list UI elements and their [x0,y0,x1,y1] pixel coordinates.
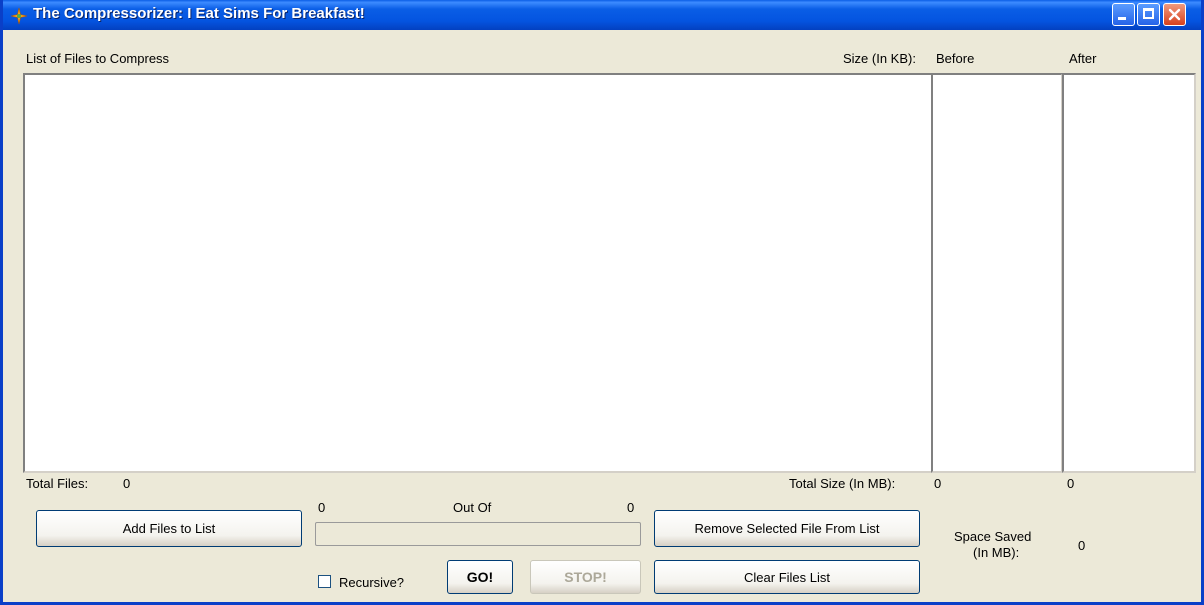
title-bar[interactable]: The Compressorizer: I Eat Sims For Break… [3,0,1201,30]
close-button[interactable] [1163,3,1186,26]
total-size-before-value: 0 [934,476,942,491]
size-after-list[interactable] [1062,73,1196,473]
maximize-icon [1143,8,1154,19]
files-list-header: List of Files to Compress [26,51,170,66]
go-button[interactable]: GO! [447,560,513,594]
total-size-after-value: 0 [1067,476,1075,491]
progress-current: 0 [318,500,326,515]
minimize-button[interactable] [1112,3,1135,26]
progress-bar [315,522,641,546]
progress-total: 0 [627,500,635,515]
app-icon [10,7,28,25]
size-header: Size (In KB): [843,51,916,66]
total-size-label: Total Size (In MB): [789,476,896,491]
after-header: After [1069,51,1097,66]
add-files-button[interactable]: Add Files to List [36,510,302,547]
close-icon [1168,8,1181,21]
before-header: Before [936,51,975,66]
files-list[interactable] [23,73,933,473]
space-saved-value: 0 [1078,538,1086,553]
size-before-list[interactable] [931,73,1063,473]
remove-selected-button[interactable]: Remove Selected File From List [654,510,920,547]
minimize-icon [1118,17,1126,20]
recursive-checkbox[interactable] [318,575,331,588]
space-saved-unit-label: (In MB): [973,545,1020,560]
stop-button[interactable]: STOP! [530,560,641,594]
progress-out-of-label: Out Of [453,500,492,515]
recursive-label: Recursive? [339,575,405,590]
space-saved-label: Space Saved [954,529,1032,544]
clear-files-button[interactable]: Clear Files List [654,560,920,594]
total-files-label: Total Files: [26,476,89,491]
maximize-button[interactable] [1137,3,1160,26]
total-files-value: 0 [123,476,131,491]
window-title: The Compressorizer: I Eat Sims For Break… [33,5,365,22]
app-window: The Compressorizer: I Eat Sims For Break… [0,0,1204,605]
